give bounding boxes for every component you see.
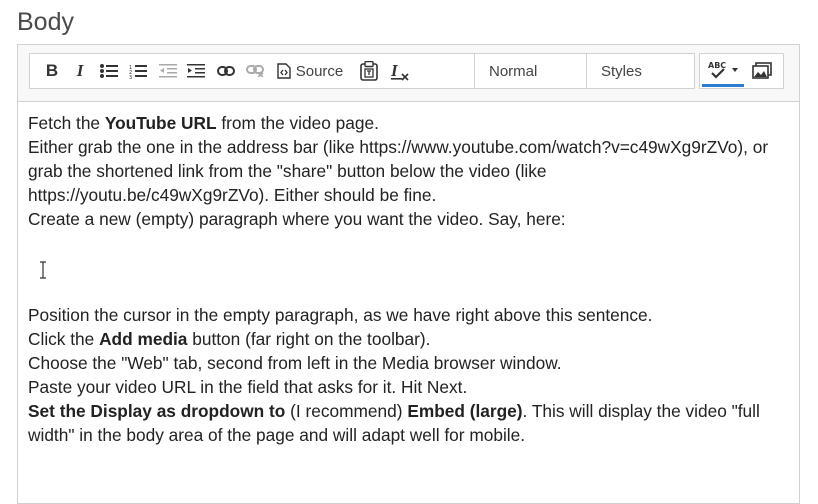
media-icon (752, 62, 772, 79)
numbered-list-button[interactable]: 1 2 3 (127, 58, 149, 84)
remove-format-button[interactable]: I (388, 58, 412, 84)
outdent-icon (159, 64, 177, 78)
unlink-icon (246, 65, 264, 77)
svg-text:3: 3 (129, 75, 132, 79)
paste-icon (360, 61, 378, 81)
outdent-button[interactable] (157, 58, 179, 84)
bold-text: Set the Display as dropdown to (28, 401, 286, 421)
indent-button[interactable] (185, 58, 207, 84)
text-cursor-icon (40, 261, 46, 279)
empty-paragraph (28, 279, 788, 303)
paragraph: Position the cursor in the empty paragra… (28, 305, 653, 325)
rich-text-editor: B I 1 2 3 Source I Normal Styles ABC Fet… (17, 44, 800, 504)
paragraph: Set the Display as dropdown to (I recomm… (28, 401, 760, 445)
paragraph: Create a new (empty) paragraph where you… (28, 209, 566, 229)
source-button[interactable]: Source (271, 58, 349, 84)
bulleted-list-icon (100, 64, 118, 78)
paragraph: Fetch the YouTube URL from the video pag… (28, 113, 379, 133)
bold-text: Add media (99, 329, 188, 349)
source-icon (277, 63, 291, 79)
formatting-toolbar-group: B I 1 2 3 Source I (29, 53, 490, 89)
styles-select-value: Styles (601, 62, 642, 80)
bold-button[interactable]: B (42, 58, 62, 84)
italic-icon: I (76, 61, 84, 80)
paragraph: Paste your video URL in the field that a… (28, 377, 468, 397)
format-select-value: Normal (489, 62, 538, 80)
bold-icon: B (45, 61, 59, 80)
italic-button[interactable]: I (70, 58, 90, 84)
format-select[interactable]: Normal (474, 53, 588, 89)
paste-from-word-button[interactable] (357, 58, 381, 84)
svg-text:I: I (390, 61, 399, 80)
link-button[interactable] (215, 58, 237, 84)
bold-text: Embed (large) (407, 401, 523, 421)
spellcheck-icon: ABC (708, 61, 726, 79)
paragraph: Click the Add media button (far right on… (28, 329, 431, 349)
spellcheck-button[interactable]: ABC (702, 56, 744, 87)
field-label: Body (17, 8, 74, 36)
source-label: Source (295, 62, 344, 80)
chevron-down-icon (732, 68, 738, 72)
spellcheck-media-group: ABC (699, 53, 784, 89)
editor-toolbar: B I 1 2 3 Source I Normal Styles ABC (18, 45, 799, 102)
link-icon (217, 66, 235, 76)
paragraph: Choose the "Web" tab, second from left i… (28, 353, 562, 373)
add-media-button[interactable] (750, 58, 774, 84)
unlink-button[interactable] (244, 58, 266, 84)
bulleted-list-button[interactable] (98, 58, 120, 84)
paragraph: Either grab the one in the address bar (… (28, 137, 769, 205)
editor-content[interactable]: Fetch the YouTube URL from the video pag… (28, 111, 788, 447)
numbered-list-icon: 1 2 3 (129, 64, 147, 79)
empty-paragraph (28, 231, 788, 279)
styles-select[interactable]: Styles (586, 53, 695, 89)
remove-format-icon: I (390, 61, 409, 81)
bold-text: YouTube URL (104, 113, 217, 133)
indent-icon (187, 64, 205, 78)
